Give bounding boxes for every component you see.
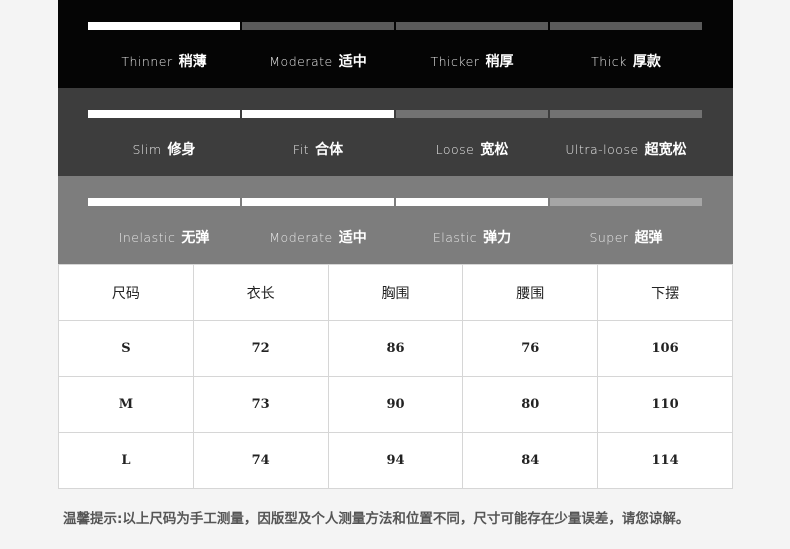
cell-length: 74 bbox=[192, 432, 329, 489]
fit-bar-1 bbox=[88, 110, 240, 118]
table-row: M 73 90 80 110 bbox=[58, 376, 733, 433]
fit-option-ultra-loose: Ultra-loose 超宽松 bbox=[565, 142, 687, 158]
fit-scale: Slim 修身 Fit 合体 Loose 宽松 Ultra-loose 超宽松 bbox=[58, 88, 733, 176]
header-waist: 腰围 bbox=[462, 264, 599, 321]
table-header-row: 尺码 衣长 胸围 腰围 下摆 bbox=[58, 264, 733, 321]
attribute-scales: Thinner 稍薄 Moderate 适中 Thicker 稍厚 Thick 厚款 S… bbox=[58, 0, 733, 264]
elasticity-option-inelastic: Inelastic 无弹 bbox=[118, 230, 210, 246]
fit-bar-4 bbox=[550, 110, 702, 118]
cell-length: 73 bbox=[192, 376, 329, 433]
thickness-option-thicker: Thicker 稍厚 bbox=[430, 54, 514, 70]
table-row: S 72 86 76 106 bbox=[58, 320, 733, 377]
cell-size: L bbox=[58, 432, 194, 489]
fit-option-loose: Loose 宽松 bbox=[435, 142, 509, 158]
header-chest: 胸围 bbox=[327, 264, 464, 321]
fit-option-fit: Fit 合体 bbox=[292, 142, 344, 158]
elasticity-option-elastic: Elastic 弹力 bbox=[432, 230, 512, 246]
header-size: 尺码 bbox=[58, 264, 194, 321]
measurement-note: 温馨提示:以上尺码为手工测量，因版型及个人测量方法和位置不同，尺寸可能存在少量误… bbox=[63, 511, 690, 527]
thickness-labels: Thinner 稍薄 Moderate 适中 Thicker 稍厚 Thick 厚款 bbox=[88, 51, 702, 71]
cell-size: S bbox=[58, 320, 194, 377]
thickness-bar-3 bbox=[396, 22, 548, 30]
size-table: 尺码 衣长 胸围 腰围 下摆 S 72 86 76 106 M 73 90 80… bbox=[58, 264, 733, 489]
cell-hem: 106 bbox=[597, 320, 733, 377]
elasticity-bar-2 bbox=[242, 198, 394, 206]
cell-chest: 94 bbox=[327, 432, 464, 489]
cell-hem: 114 bbox=[597, 432, 733, 489]
cell-waist: 80 bbox=[462, 376, 599, 433]
cell-hem: 110 bbox=[597, 376, 733, 433]
elasticity-option-moderate: Moderate 适中 bbox=[269, 230, 367, 246]
thickness-option-thinner: Thinner 稍薄 bbox=[121, 54, 207, 70]
cell-waist: 76 bbox=[462, 320, 599, 377]
fit-bar-3 bbox=[396, 110, 548, 118]
cell-chest: 86 bbox=[327, 320, 464, 377]
fit-bar-2 bbox=[242, 110, 394, 118]
cell-length: 72 bbox=[192, 320, 329, 377]
fit-labels: Slim 修身 Fit 合体 Loose 宽松 Ultra-loose 超宽松 bbox=[88, 139, 702, 159]
thickness-bar-4 bbox=[550, 22, 702, 30]
elasticity-scale: Inelastic 无弹 Moderate 适中 Elastic 弹力 Super 超弹 bbox=[58, 176, 733, 264]
thickness-bar-1 bbox=[88, 22, 240, 30]
thickness-bar-2 bbox=[242, 22, 394, 30]
thickness-option-thick: Thick 厚款 bbox=[591, 54, 661, 70]
header-length: 衣长 bbox=[192, 264, 329, 321]
cell-waist: 84 bbox=[462, 432, 599, 489]
header-hem: 下摆 bbox=[597, 264, 733, 321]
fit-option-slim: Slim 修身 bbox=[132, 142, 196, 158]
elasticity-bars bbox=[88, 198, 702, 206]
elasticity-bar-1 bbox=[88, 198, 240, 206]
elasticity-bar-4 bbox=[550, 198, 702, 206]
elasticity-bar-3 bbox=[396, 198, 548, 206]
thickness-scale: Thinner 稍薄 Moderate 适中 Thicker 稍厚 Thick 厚款 bbox=[58, 0, 733, 88]
thickness-option-moderate: Moderate 适中 bbox=[269, 54, 367, 70]
cell-size: M bbox=[58, 376, 194, 433]
thickness-bars bbox=[88, 22, 702, 30]
fit-bars bbox=[88, 110, 702, 118]
table-row: L 74 94 84 114 bbox=[58, 432, 733, 489]
elasticity-option-super: Super 超弹 bbox=[589, 230, 663, 246]
cell-chest: 90 bbox=[327, 376, 464, 433]
elasticity-labels: Inelastic 无弹 Moderate 适中 Elastic 弹力 Super 超弹 bbox=[88, 227, 702, 247]
